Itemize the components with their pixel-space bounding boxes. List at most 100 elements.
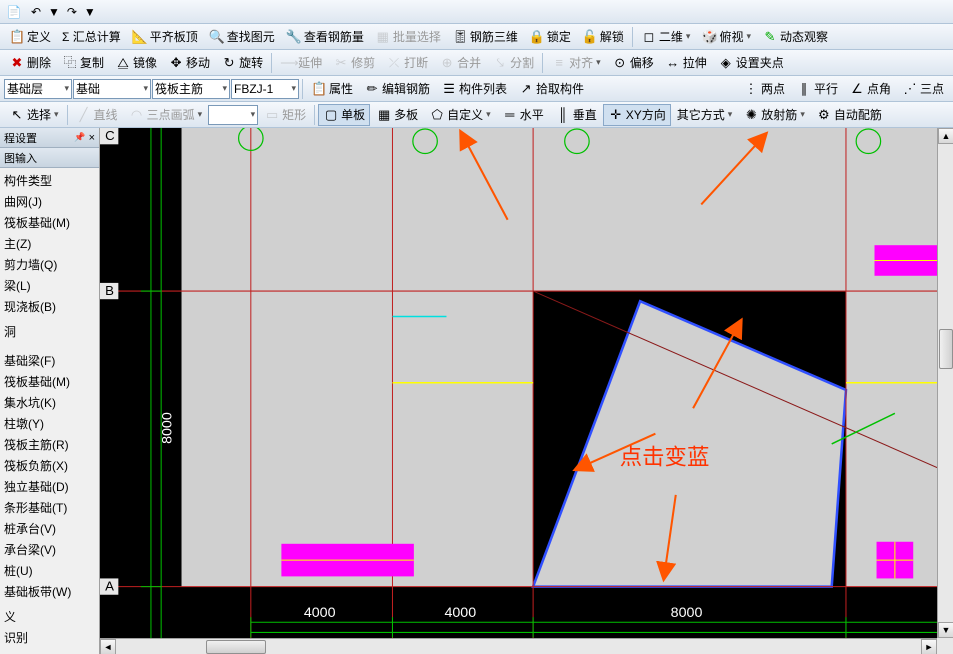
dynamic-view-button[interactable]: ✎动态观察 <box>757 26 833 48</box>
horizontal-button[interactable]: ═水平 <box>497 104 549 126</box>
close-icon[interactable]: × <box>89 132 95 144</box>
rect-button[interactable]: ▭矩形 <box>259 104 311 126</box>
set-grip-button[interactable]: ◈设置夹点 <box>713 52 789 74</box>
custom-dd-icon: ▾ <box>486 109 491 120</box>
level-top-button[interactable]: 📐平齐板顶 <box>127 26 203 48</box>
merge-button[interactable]: ⊕合并 <box>434 52 486 74</box>
sidebar-item[interactable]: 集水坑(K) <box>0 392 99 413</box>
arc-dd-icon: ▾ <box>198 109 203 120</box>
redo-dropdown[interactable]: ▼ <box>84 5 96 19</box>
line-button[interactable]: ╱直线 <box>71 104 123 126</box>
other-dd-icon: ▾ <box>728 109 733 120</box>
check-rebar-button[interactable]: 🔧查看钢筋量 <box>281 26 369 48</box>
component-list-button[interactable]: ☰构件列表 <box>436 78 512 100</box>
stretch-button[interactable]: ↔拉伸 <box>660 52 712 74</box>
select-button[interactable]: ↖选择▾ <box>4 104 64 126</box>
sidebar-item[interactable]: 筏板基础(M) <box>0 371 99 392</box>
other-way-button[interactable]: 其它方式▾ <box>672 104 738 126</box>
sum-calc-button[interactable]: Σ 汇总计算 <box>57 26 126 48</box>
sidebar-item[interactable]: 桩承台(V) <box>0 518 99 539</box>
extend-button[interactable]: ⟶延伸 <box>275 52 327 74</box>
auto-fit-button[interactable]: ⚙自动配筋 <box>811 104 887 126</box>
subtype-combo[interactable]: 筏板主筋▾ <box>152 79 230 99</box>
pick-component-button[interactable]: ↗拾取构件 <box>513 78 589 100</box>
scrollbar-vertical[interactable]: ▲ ▼ <box>937 128 953 638</box>
undo-button[interactable]: ↶ <box>26 3 46 21</box>
radiate-button[interactable]: ✺放射筋▾ <box>738 104 810 126</box>
name-combo[interactable]: FBZJ-1▾ <box>231 79 299 99</box>
sidebar-item[interactable]: 基础梁(F) <box>0 350 99 371</box>
split-button[interactable]: ⤥分割 <box>487 52 539 74</box>
two-points-button[interactable]: ⋮两点 <box>738 78 790 100</box>
three-point-button[interactable]: ⋰三点 <box>897 78 949 100</box>
delete-button[interactable]: ✖删除 <box>4 52 56 74</box>
copy-button[interactable]: ⿻复制 <box>57 52 109 74</box>
sidebar-item[interactable]: 曲网(J) <box>0 191 99 212</box>
sidebar-item[interactable]: 柱墩(Y) <box>0 413 99 434</box>
batch-select-button[interactable]: ▦批量选择 <box>370 26 446 48</box>
auto-fit-label: 自动配筋 <box>834 106 882 123</box>
align-button[interactable]: ≡对齐▾ <box>546 52 606 74</box>
property-button[interactable]: 📋属性 <box>306 78 358 100</box>
multi-board-button[interactable]: ▦多板 <box>371 104 423 126</box>
define-button[interactable]: 📋定义 <box>4 26 56 48</box>
break-button[interactable]: ⤫打断 <box>381 52 433 74</box>
sidebar-item[interactable]: 筏板负筋(X) <box>0 455 99 476</box>
scroll-right-button[interactable]: ► <box>921 639 937 654</box>
sidebar-item[interactable]: 筏板主筋(R) <box>0 434 99 455</box>
lock-button[interactable]: 🔒锁定 <box>524 26 576 48</box>
view-2d-button[interactable]: ◻二维▾ <box>636 26 696 48</box>
sidebar-item[interactable]: 独立基础(D) <box>0 476 99 497</box>
vertical-label: 垂直 <box>573 106 597 123</box>
toolbar-edit: ✖删除 ⿻复制 ⧋镜像 ✥移动 ↻旋转 ⟶延伸 ✂修剪 ⤫打断 ⊕合并 ⤥分割 … <box>0 50 953 76</box>
sidebar-item[interactable]: 识别 <box>0 627 99 648</box>
sidebar-item[interactable]: 承台梁(V) <box>0 539 99 560</box>
point-angle-button[interactable]: ∠点角 <box>844 78 896 100</box>
pin-icon[interactable]: 📌 <box>74 132 85 144</box>
offset-button[interactable]: ⊙偏移 <box>607 52 659 74</box>
three-point-label: 三点 <box>920 80 944 97</box>
find-elem-button[interactable]: 🔍查找图元 <box>204 26 280 48</box>
xy-direction-button[interactable]: ✛XY方向 <box>603 104 671 126</box>
sidebar-item[interactable]: 构件类型 <box>0 170 99 191</box>
scroll-thumb[interactable] <box>939 329 953 369</box>
arc3-button[interactable]: ◠三点画弧▾ <box>124 104 208 126</box>
sidebar-item[interactable]: 现浇板(B) <box>0 296 99 317</box>
single-board-button[interactable]: ▢单板 <box>318 104 370 126</box>
sidebar-item[interactable]: 洞 <box>0 321 99 342</box>
sidebar-item[interactable]: 条形基础(T) <box>0 497 99 518</box>
sidebar-item[interactable]: 剪力墙(Q) <box>0 254 99 275</box>
undo-dropdown[interactable]: ▼ <box>48 5 60 19</box>
custom-button[interactable]: ⬠自定义▾ <box>424 104 496 126</box>
scroll-thumb[interactable] <box>206 640 266 654</box>
sidebar-item[interactable]: 桩(U) <box>0 560 99 581</box>
sidebar-item[interactable]: 基础板带(W) <box>0 581 99 602</box>
scroll-up-button[interactable]: ▲ <box>938 128 953 144</box>
edit-rebar-button[interactable]: ✏编辑钢筋 <box>359 78 435 100</box>
drawing-canvas[interactable]: B A C 8000 4000 4000 8000 点击变蓝 <box>100 128 953 648</box>
rotate-button[interactable]: ↻旋转 <box>216 52 268 74</box>
sidebar-item[interactable]: 义 <box>0 606 99 627</box>
sidebar-item[interactable]: 主(Z) <box>0 233 99 254</box>
parallel-button[interactable]: ∥平行 <box>791 78 843 100</box>
move-button[interactable]: ✥移动 <box>163 52 215 74</box>
rebar-3d-button[interactable]: 🎚钢筋三维 <box>447 26 523 48</box>
2pt-icon: ⋮ <box>743 81 759 97</box>
sidebar-item[interactable]: 筏板基础(M) <box>0 212 99 233</box>
trim-button[interactable]: ✂修剪 <box>328 52 380 74</box>
draw-combo[interactable]: ▾ <box>208 105 258 125</box>
scroll-down-button[interactable]: ▼ <box>938 622 953 638</box>
perspective-button[interactable]: 🎲俯视▾ <box>696 26 756 48</box>
vertical-button[interactable]: ║垂直 <box>550 104 602 126</box>
mirror-button[interactable]: ⧋镜像 <box>110 52 162 74</box>
quick-access-bar: 📄 ↶ ▼ ↷ ▼ <box>0 0 953 24</box>
sidebar-item[interactable]: 梁(L) <box>0 275 99 296</box>
sum-calc-label: Σ 汇总计算 <box>62 28 121 45</box>
sidebar-title-2: 图输入 <box>4 150 37 166</box>
layer-combo[interactable]: 基础层▾ <box>4 79 72 99</box>
scroll-left-button[interactable]: ◄ <box>100 639 116 654</box>
unlock-button[interactable]: 🔓解锁 <box>577 26 629 48</box>
scrollbar-horizontal[interactable]: ◄ ► <box>100 638 937 654</box>
redo-button[interactable]: ↷ <box>62 3 82 21</box>
type-combo[interactable]: 基础▾ <box>73 79 151 99</box>
